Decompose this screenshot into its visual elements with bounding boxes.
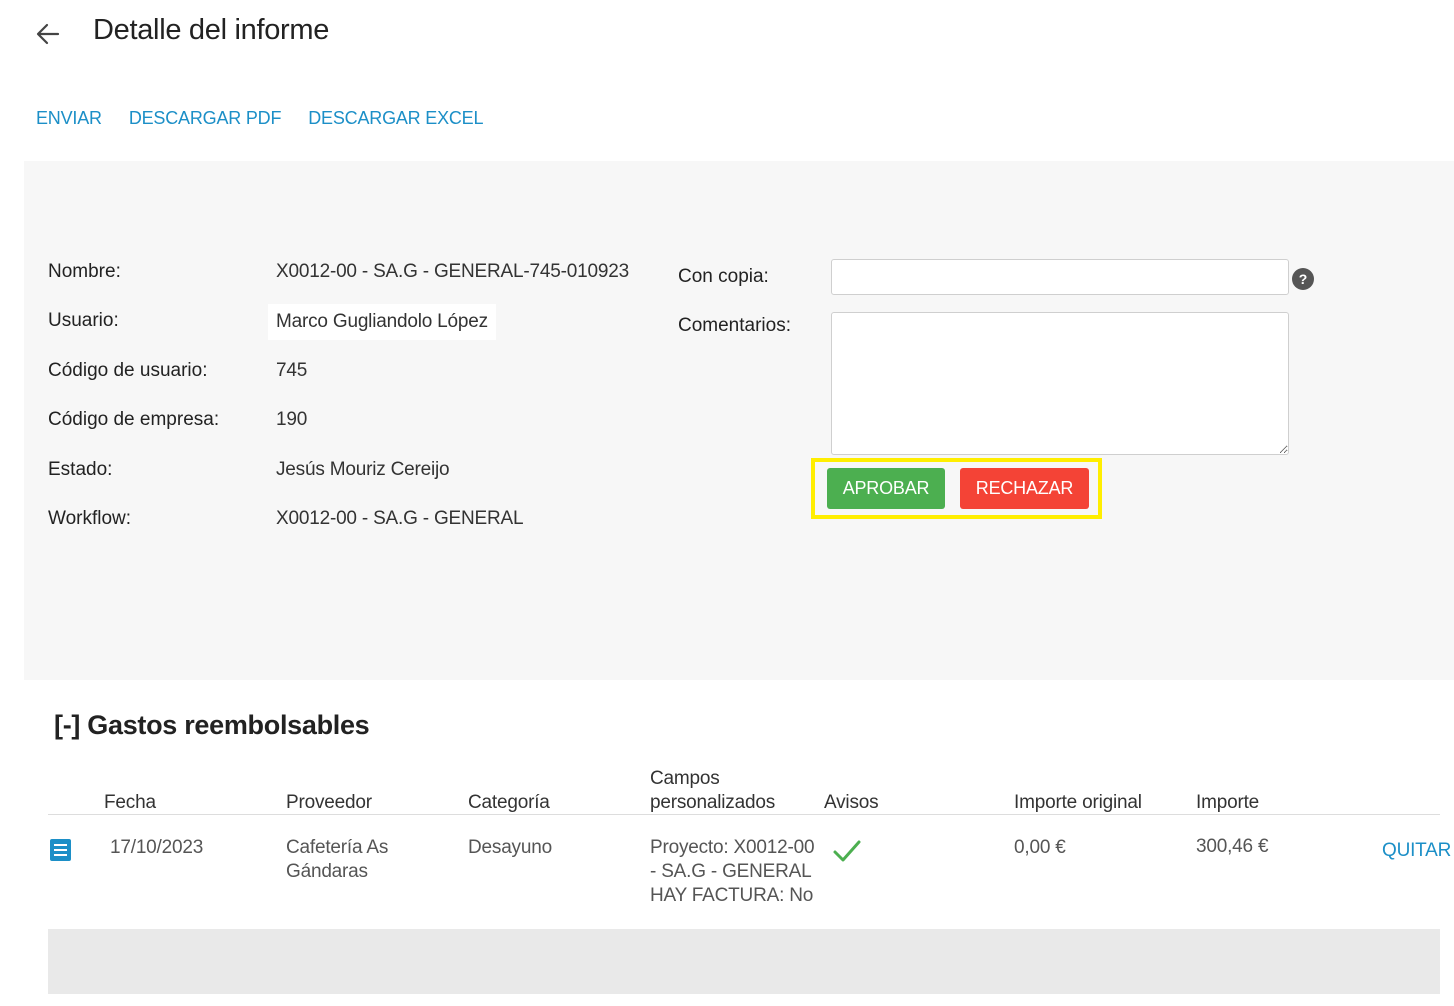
arrow-left-icon[interactable] xyxy=(34,20,62,48)
page-title: Detalle del informe xyxy=(93,14,330,46)
report-details-panel: Nombre: X0012-00 - SA.G - GENERAL-745-01… xyxy=(24,161,1454,680)
send-link[interactable]: ENVIAR xyxy=(36,108,102,129)
workflow-value: X0012-00 - SA.G - GENERAL xyxy=(276,508,524,529)
column-header-campos-line2[interactable]: personalizados xyxy=(650,791,775,815)
usuario-value: Marco Gugliandolo López xyxy=(268,304,496,340)
cell-campos-line1: Proyecto: X0012-00 xyxy=(650,837,815,858)
download-pdf-link[interactable]: DESCARGAR PDF xyxy=(129,108,282,129)
download-excel-link[interactable]: DESCARGAR EXCEL xyxy=(308,108,483,129)
cell-importe-original: 0,00 € xyxy=(1014,837,1066,858)
comments-textarea[interactable] xyxy=(831,312,1289,455)
cell-fecha: 17/10/2023 xyxy=(100,832,214,864)
cc-label: Con copia: xyxy=(678,266,769,287)
help-icon[interactable]: ? xyxy=(1292,268,1314,290)
expenses-section-title[interactable]: [-] Gastos reembolsables xyxy=(54,710,370,741)
column-header-fecha[interactable]: Fecha xyxy=(104,791,156,815)
column-header-proveedor[interactable]: Proveedor xyxy=(286,791,372,815)
receipt-document-icon[interactable] xyxy=(49,838,72,862)
cell-campos-line3: HAY FACTURA: No xyxy=(650,885,814,906)
page-header: Detalle del informe xyxy=(0,0,1454,70)
codigo-empresa-value: 190 xyxy=(276,409,308,430)
workflow-label: Workflow: xyxy=(48,508,132,529)
cell-proveedor-line1: Cafetería As xyxy=(286,837,389,858)
cell-campos-line2: - SA.G - GENERAL xyxy=(650,861,812,882)
nombre-label: Nombre: xyxy=(48,261,121,282)
usuario-label: Usuario: xyxy=(48,310,119,331)
nombre-value: X0012-00 - SA.G - GENERAL-745-010923 xyxy=(276,261,629,282)
column-header-campos-line1[interactable]: Campos xyxy=(650,767,720,791)
table-footer-bar xyxy=(48,929,1440,994)
table-header-divider xyxy=(48,814,1440,815)
cc-input[interactable] xyxy=(831,259,1289,295)
comments-label: Comentarios: xyxy=(678,315,791,336)
remove-link[interactable]: QUITAR xyxy=(1382,840,1451,862)
approve-button[interactable]: APROBAR xyxy=(827,468,945,509)
cell-categoria: Desayuno xyxy=(468,837,552,858)
codigo-usuario-value: 745 xyxy=(276,360,308,381)
column-header-importe[interactable]: Importe xyxy=(1196,791,1259,815)
codigo-usuario-label: Código de usuario: xyxy=(48,360,208,381)
column-header-categoria[interactable]: Categoría xyxy=(468,791,550,815)
estado-label: Estado: xyxy=(48,459,113,480)
cell-importe: 300,46 € xyxy=(1190,831,1275,863)
report-actions: ENVIAR DESCARGAR PDF DESCARGAR EXCEL xyxy=(36,108,510,129)
codigo-empresa-label: Código de empresa: xyxy=(48,409,220,430)
column-header-importe-original[interactable]: Importe original xyxy=(1014,791,1142,815)
reject-button[interactable]: RECHAZAR xyxy=(960,468,1089,509)
estado-value: Jesús Mouriz Cereijo xyxy=(276,459,450,480)
cell-proveedor-line2: Gándaras xyxy=(286,861,368,882)
checkmark-icon xyxy=(833,840,861,862)
column-header-avisos[interactable]: Avisos xyxy=(824,791,879,815)
